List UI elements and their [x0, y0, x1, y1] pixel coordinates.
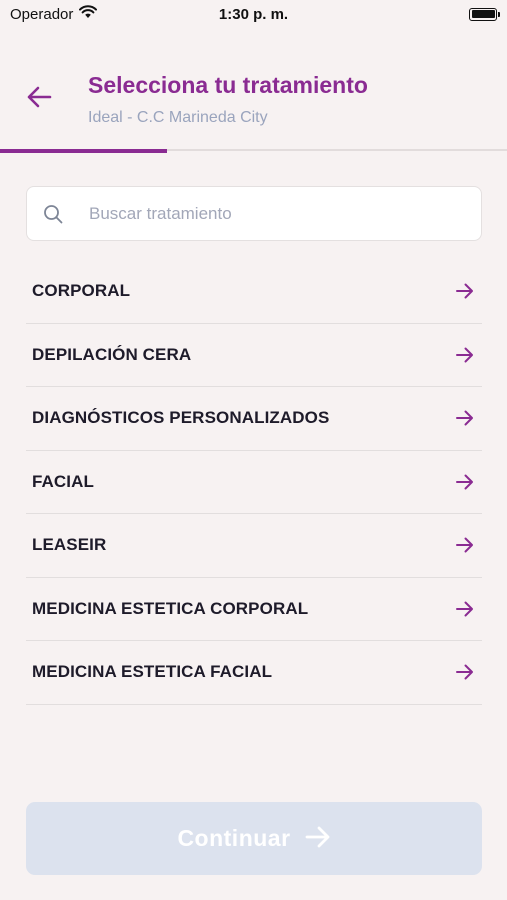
header: Selecciona tu tratamiento Ideal - C.C Ma… [0, 60, 507, 150]
arrow-right-icon [454, 407, 476, 429]
arrow-right-icon [454, 534, 476, 556]
list-item[interactable]: FACIAL [26, 451, 482, 514]
battery-icon [469, 7, 500, 21]
treatment-label: MEDICINA ESTETICA FACIAL [32, 662, 273, 682]
list-item[interactable]: LEASEIR [26, 514, 482, 578]
treatment-label: LEASEIR [32, 535, 107, 555]
treatment-label: CORPORAL [32, 281, 131, 301]
carrier-label: Operador [10, 5, 74, 23]
treatment-label: FACIAL [32, 471, 94, 491]
list-item[interactable]: DEPILACIÓN CERA [26, 324, 482, 387]
arrow-right-icon [454, 598, 476, 620]
list-item[interactable]: MEDICINA ESTETICA FACIAL [26, 641, 482, 705]
back-button[interactable] [22, 82, 56, 116]
search-box[interactable] [26, 186, 482, 241]
progress-bar [0, 149, 168, 153]
status-bar: Operador 1:30 p. m. [0, 0, 507, 28]
treatment-label: MEDICINA ESTETICA CORPORAL [32, 598, 309, 618]
arrow-right-icon [305, 826, 331, 851]
arrow-left-icon [26, 86, 52, 113]
list-item[interactable]: CORPORAL [26, 260, 482, 324]
continue-label: Continuar [177, 825, 291, 851]
arrow-right-icon [454, 280, 476, 302]
arrow-right-icon [454, 344, 476, 366]
arrow-right-icon [454, 661, 476, 683]
treatment-list: CORPORAL DEPILACIÓN CERA DIAGNÓSTICOS PERS… [26, 260, 482, 705]
wifi-icon [79, 5, 98, 23]
status-left: Operador [10, 5, 98, 23]
treatment-label: DIAGNÓSTICOS PERSONALIZADOS [32, 408, 330, 428]
list-item[interactable]: DIAGNÓSTICOS PERSONALIZADOS [26, 387, 482, 451]
search-icon [43, 203, 65, 225]
search-input[interactable] [89, 203, 449, 224]
list-item[interactable]: MEDICINA ESTETICA CORPORAL [26, 578, 482, 641]
page-title: Selecciona tu tratamiento [88, 72, 368, 98]
battery-level [471, 10, 495, 18]
treatment-label: DEPILACIÓN CERA [32, 344, 192, 364]
page-subtitle: Ideal - C.C Marineda City [88, 109, 268, 126]
arrow-right-icon [454, 471, 476, 493]
continue-button[interactable]: Continuar [26, 802, 482, 875]
